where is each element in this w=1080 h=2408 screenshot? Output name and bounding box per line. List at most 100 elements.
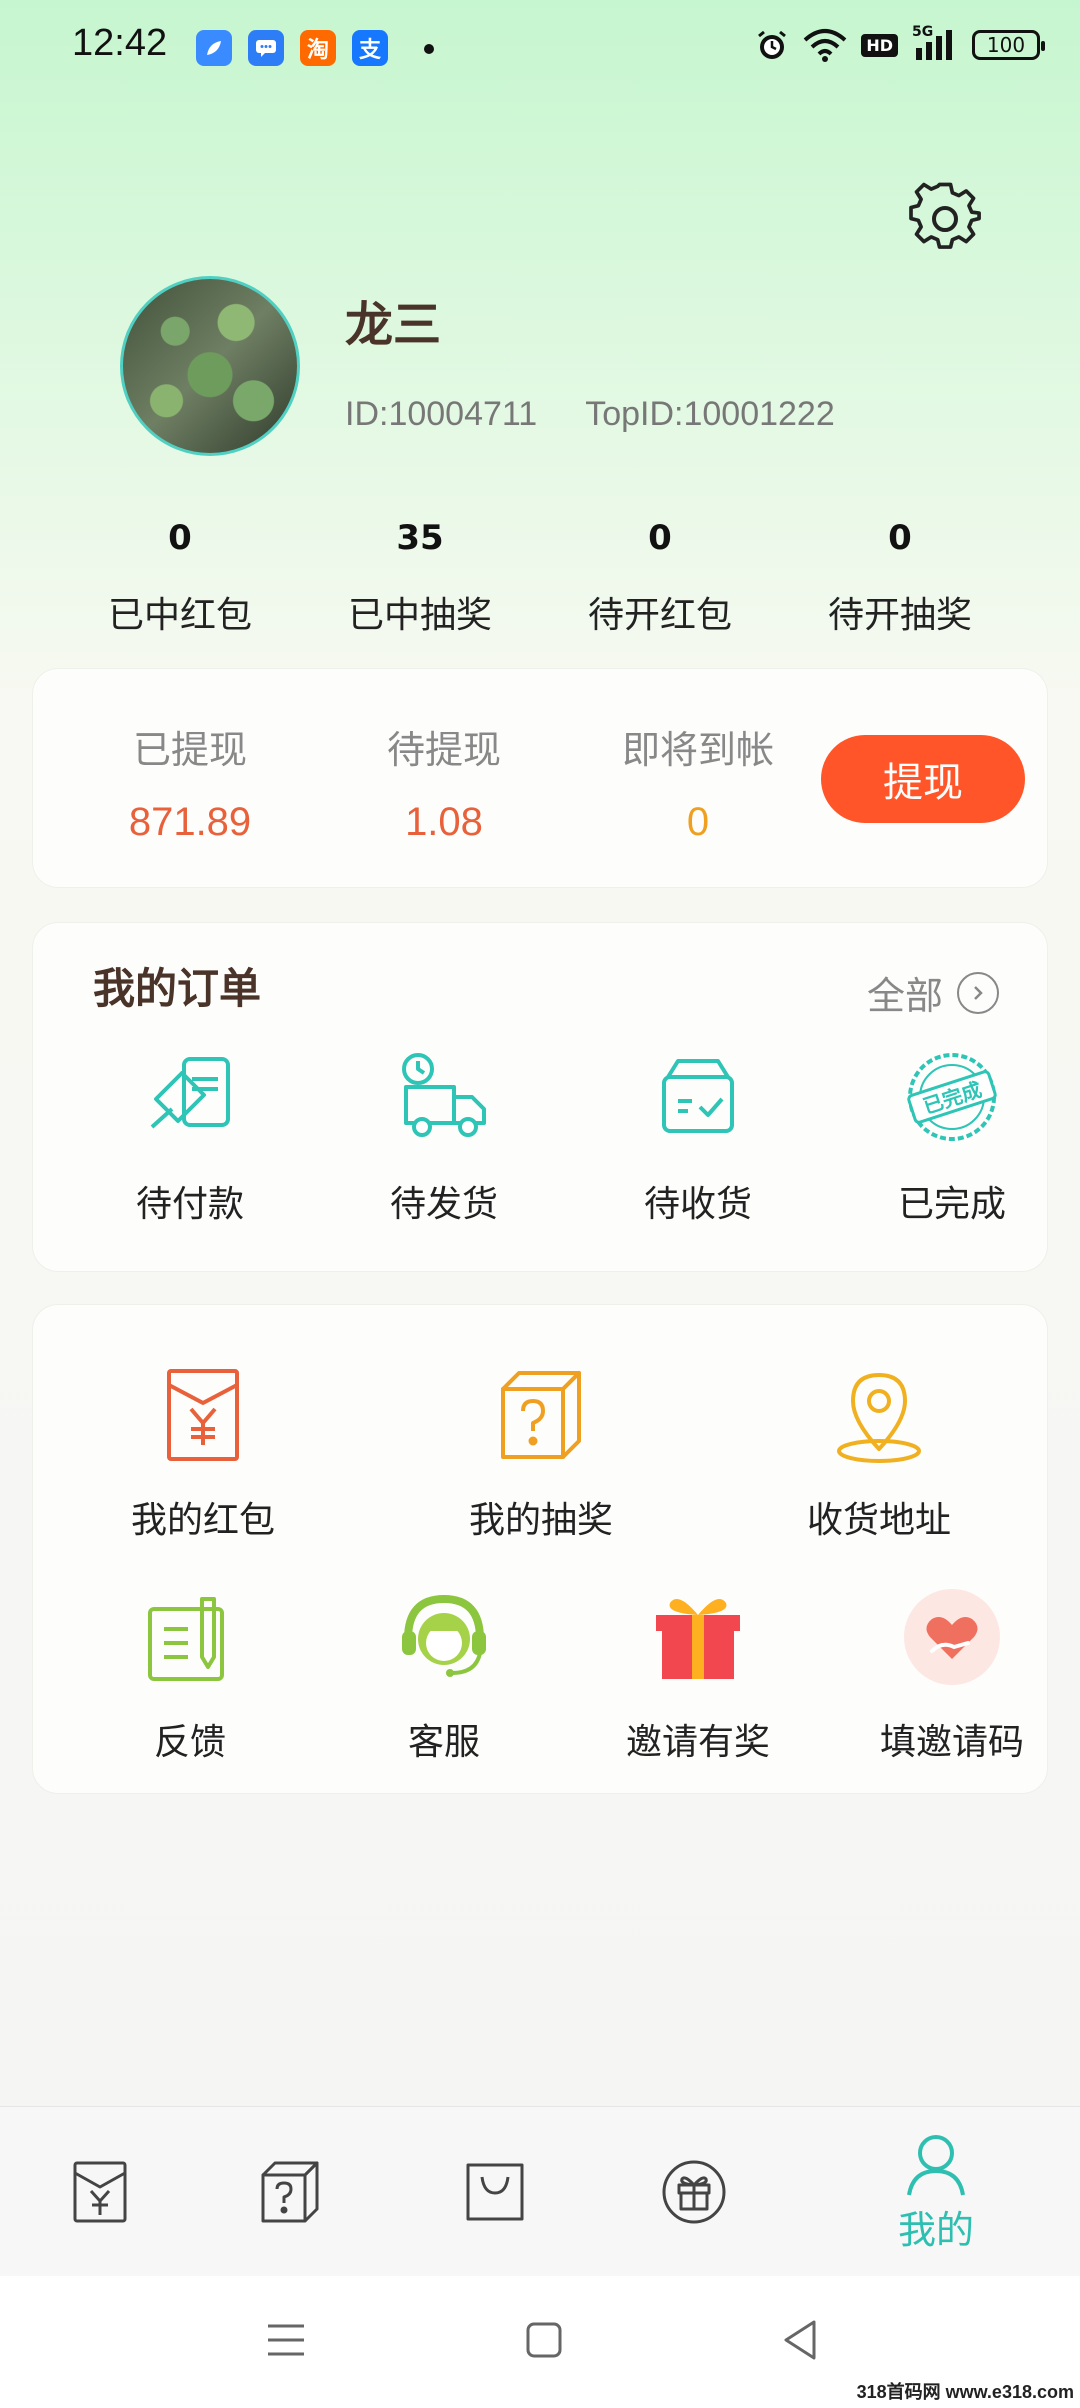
nav-mine[interactable]: 我的 <box>836 2107 1036 2277</box>
battery-icon: 100 <box>972 30 1045 60</box>
order-pending-payment[interactable]: 待付款 <box>63 1049 317 1227</box>
order-label: 已完成 <box>897 1184 1006 1225</box>
customer-service-icon <box>402 1594 486 1677</box>
home-square-icon[interactable] <box>524 2320 564 2360</box>
service-label: 收货地址 <box>806 1500 951 1541</box>
service-label: 填邀请码 <box>879 1722 1024 1763</box>
stat-value: 35 <box>396 518 444 558</box>
orders-card: 我的订单 全部 待付款 待发货 待收货 已完成 已完成 <box>32 922 1048 1272</box>
chevron-right-icon <box>957 971 999 1014</box>
stat-pending-red-packets[interactable]: 0 待开红包 <box>540 510 780 638</box>
service-invite-rewards[interactable]: 邀请有奖 <box>571 1587 825 1765</box>
delivery-truck-icon <box>402 1053 486 1137</box>
service-my-lottery[interactable]: 我的抽奖 <box>411 1365 671 1543</box>
status-bar: 12:42 淘 支 HD 5G 100 <box>0 0 1080 100</box>
red-envelope-icon <box>167 1369 239 1461</box>
wallet-arriving[interactable]: 即将到帐 0 <box>573 719 823 845</box>
battery-level: 100 <box>986 33 1026 57</box>
stat-label: 待开红包 <box>587 595 732 636</box>
order-completed[interactable]: 已完成 已完成 <box>825 1049 1079 1227</box>
stat-label: 已中抽奖 <box>347 595 492 636</box>
top-id: TopID:10001222 <box>585 395 835 433</box>
more-notifications-dot <box>424 44 434 54</box>
stat-value: 0 <box>648 518 672 558</box>
wallet-value: 0 <box>686 800 710 844</box>
service-shipping-address[interactable]: 收货地址 <box>749 1365 1009 1543</box>
nav-label: 我的 <box>897 2207 974 2252</box>
status-time: 12:42 <box>72 22 168 64</box>
wallet-value: 1.08 <box>405 800 483 844</box>
username: 龙三 <box>345 297 442 353</box>
hd-badge: HD <box>861 33 898 57</box>
stat-pending-lottery[interactable]: 0 待开抽奖 <box>780 510 1020 638</box>
nav-red-packets[interactable] <box>0 2107 200 2277</box>
wallet-label: 即将到帐 <box>621 728 774 772</box>
signal-icon: 5G <box>912 24 958 62</box>
user-ids: ID:10004711 TopID:10001222 <box>345 395 835 434</box>
alarm-icon <box>758 30 787 59</box>
back-triangle-icon[interactable] <box>780 2318 820 2362</box>
red-envelope-icon <box>73 2161 127 2223</box>
location-pin-icon <box>837 1373 921 1463</box>
stat-value: 0 <box>168 518 192 558</box>
watermark: 318首码网 www.e318.com <box>856 2382 1074 2402</box>
taobao-notification-icon: 淘 <box>300 30 336 66</box>
feedback-icon <box>148 1597 224 1681</box>
shopping-bag-icon <box>466 2163 524 2221</box>
wifi-icon <box>803 29 847 62</box>
wallet-pending-withdraw[interactable]: 待提现 1.08 <box>319 719 569 845</box>
wallet-label: 已提现 <box>132 728 247 772</box>
settings-gear-icon[interactable] <box>908 182 982 256</box>
service-my-red-packets[interactable]: 我的红包 <box>73 1365 333 1543</box>
payment-icon <box>150 1057 230 1129</box>
stat-value: 0 <box>888 518 912 558</box>
wallet-withdrawn[interactable]: 已提现 871.89 <box>65 719 315 845</box>
stats-row: 0 已中红包 35 已中抽奖 0 待开红包 0 待开抽奖 <box>60 510 1020 638</box>
alipay-notification-icon: 支 <box>352 30 388 66</box>
browser-notification-icon <box>196 30 232 66</box>
service-label: 我的抽奖 <box>468 1500 613 1541</box>
nav-gifts[interactable] <box>594 2107 794 2277</box>
service-label: 客服 <box>407 1722 480 1763</box>
lottery-box-icon <box>501 1371 581 1459</box>
all-orders-link[interactable]: 全部 <box>867 965 999 1020</box>
system-nav-bar: 318首码网 www.e318.com <box>0 2276 1080 2408</box>
stat-won-red-packets[interactable]: 0 已中红包 <box>60 510 300 638</box>
service-label: 我的红包 <box>130 1500 275 1541</box>
user-icon <box>907 2134 965 2195</box>
wallet-value: 871.89 <box>128 800 252 844</box>
orders-title: 我的订单 <box>93 964 262 1013</box>
order-label: 待付款 <box>135 1184 244 1225</box>
service-enter-invite-code[interactable]: 填邀请码 <box>825 1587 1079 1765</box>
heart-hand-icon <box>904 1589 1000 1685</box>
service-label: 邀请有奖 <box>625 1722 770 1763</box>
service-label: 反馈 <box>153 1722 226 1763</box>
completed-stamp-icon: 已完成 <box>907 1053 997 1141</box>
stat-label: 已中红包 <box>107 595 252 636</box>
order-pending-receipt[interactable]: 待收货 <box>571 1049 825 1227</box>
services-card: 我的红包 我的抽奖 收货地址 反馈 客服 邀请有奖 填邀请码 <box>32 1304 1048 1794</box>
nav-lottery[interactable] <box>190 2107 390 2277</box>
user-id: ID:10004711 <box>345 395 538 433</box>
gift-icon <box>656 1599 740 1679</box>
order-label: 待收货 <box>643 1184 752 1225</box>
messages-notification-icon <box>248 30 284 66</box>
service-feedback[interactable]: 反馈 <box>63 1587 317 1765</box>
withdraw-button[interactable]: 提现 <box>821 735 1025 823</box>
order-label: 待发货 <box>389 1184 498 1225</box>
avatar[interactable] <box>120 276 300 456</box>
gift-icon <box>662 2160 726 2224</box>
order-pending-shipment[interactable]: 待发货 <box>317 1049 571 1227</box>
lottery-box-icon <box>261 2161 319 2223</box>
network-type: 5G <box>912 24 934 40</box>
service-customer-service[interactable]: 客服 <box>317 1587 571 1765</box>
nav-shop[interactable] <box>395 2107 595 2277</box>
status-icons: HD 5G 100 <box>755 24 1045 62</box>
menu-icon[interactable] <box>264 2320 308 2360</box>
receive-box-icon <box>662 1059 734 1133</box>
bottom-nav: 我的 <box>0 2106 1080 2276</box>
stat-won-lottery[interactable]: 35 已中抽奖 <box>300 510 540 638</box>
all-orders-label: 全部 <box>866 974 943 1018</box>
wallet-card: 已提现 871.89 待提现 1.08 即将到帐 0 提现 <box>32 668 1048 888</box>
stat-label: 待开抽奖 <box>827 595 972 636</box>
